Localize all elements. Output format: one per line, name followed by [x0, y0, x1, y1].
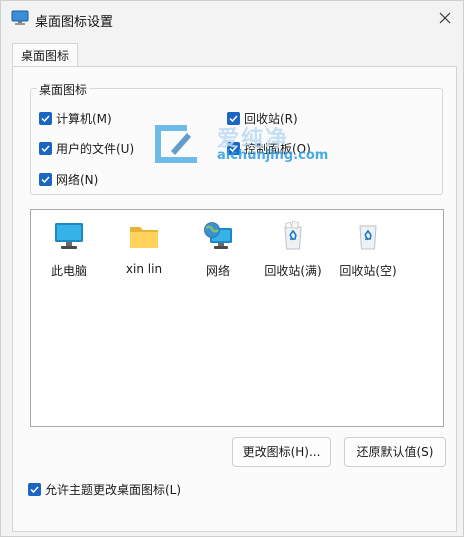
icon-label: 网络	[205, 264, 230, 278]
checkbox-network[interactable]: 网络(N)	[39, 171, 98, 188]
recycle-bin-full-icon	[284, 220, 302, 250]
title-bar: 桌面图标设置	[1, 1, 463, 37]
recycle-bin-empty-icon	[359, 225, 377, 250]
checkbox-label: 用户的文件(U)	[56, 142, 135, 156]
close-icon	[439, 12, 451, 24]
watermark: 爱纯净 aichunjing.com	[151, 121, 341, 171]
watermark-en: aichunjing.com	[217, 148, 329, 163]
folder-icon	[130, 227, 158, 248]
icon-item-network[interactable]: 网络	[182, 220, 254, 279]
checkbox-check-icon	[39, 112, 52, 125]
icon-item-recycle-bin-full[interactable]: 回收站(满)	[257, 220, 329, 279]
checkbox-check-icon	[39, 142, 52, 155]
checkbox-computer[interactable]: 计算机(M)	[39, 110, 112, 127]
icon-label: 此电脑	[50, 264, 87, 278]
checkbox-allow-theme-change[interactable]: 允许主题更改桌面图标(L)	[28, 481, 181, 498]
checkbox-check-icon	[39, 173, 52, 186]
icon-label: 回收站(满)	[264, 264, 322, 278]
watermark-logo-icon	[155, 125, 197, 163]
desktop-settings-icon	[11, 10, 29, 25]
icon-label: 回收站(空)	[339, 264, 397, 278]
network-icon	[204, 222, 232, 249]
checkbox-label: 网络(N)	[56, 173, 99, 187]
checkbox-label: 允许主题更改桌面图标(L)	[45, 483, 182, 497]
icon-list[interactable]: 此电脑 xin lin 网络 回收站(满) 回收站(空)	[30, 209, 444, 427]
monitor-icon	[55, 223, 83, 249]
checkbox-check-icon	[28, 483, 41, 496]
restore-default-button[interactable]: 还原默认值(S)	[344, 437, 446, 467]
change-icon-button[interactable]: 更改图标(H)...	[232, 437, 331, 467]
close-button[interactable]	[431, 5, 459, 31]
desktop-icon-settings-dialog: 桌面图标设置 桌面图标 桌面图标 计算机(M) 回收站(R) 用户的文件(U) …	[0, 0, 464, 537]
checkbox-user-files[interactable]: 用户的文件(U)	[39, 140, 134, 157]
icon-item-this-pc[interactable]: 此电脑	[33, 220, 105, 279]
tab-desktop-icons[interactable]: 桌面图标	[12, 43, 78, 67]
icon-label: xin lin	[125, 262, 163, 276]
icon-item-recycle-bin-empty[interactable]: 回收站(空)	[332, 220, 404, 279]
checkbox-label: 计算机(M)	[56, 112, 112, 126]
icon-item-user-folder[interactable]: xin lin	[108, 220, 180, 276]
group-legend: 桌面图标	[37, 81, 90, 98]
window-title: 桌面图标设置	[35, 15, 114, 30]
